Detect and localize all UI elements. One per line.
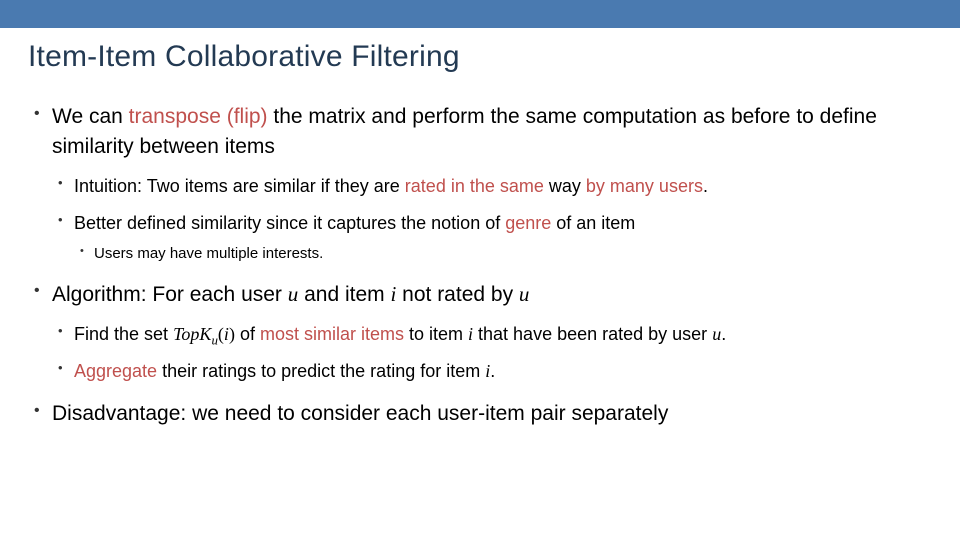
- text: We can: [52, 105, 129, 128]
- math-u: u: [712, 324, 721, 344]
- bullet-intuition: Intuition: Two items are similar if they…: [52, 173, 932, 200]
- sub-sub-list: Users may have multiple interests.: [74, 243, 932, 266]
- text: .: [490, 361, 495, 381]
- text: Algorithm: For each user: [52, 283, 288, 306]
- text-highlight: Aggregate: [74, 361, 162, 381]
- text: that have been rated by user: [473, 324, 712, 344]
- sub-list: Intuition: Two items are similar if they…: [52, 173, 932, 266]
- text: way: [549, 176, 586, 196]
- text: Better defined similarity since it captu…: [74, 213, 505, 233]
- accent-bar: [0, 0, 960, 28]
- text: .: [703, 176, 708, 196]
- text: and item: [298, 283, 390, 306]
- sub-list: Find the set TopKu(i) of most similar it…: [52, 321, 932, 385]
- slide-content: Item-Item Collaborative Filtering We can…: [0, 28, 960, 429]
- bullet-list: We can transpose (flip) the matrix and p…: [28, 102, 932, 429]
- math-u: u: [519, 282, 530, 306]
- text: Disadvantage: we need to consider each u…: [52, 402, 668, 425]
- text-highlight: transpose (flip): [129, 105, 274, 128]
- bullet-aggregate: Aggregate their ratings to predict the r…: [52, 358, 932, 385]
- slide-title: Item-Item Collaborative Filtering: [28, 40, 932, 74]
- text: not rated by: [396, 283, 519, 306]
- bullet-genre: Better defined similarity since it captu…: [52, 210, 932, 266]
- text-highlight: rated in the same: [405, 176, 549, 196]
- text: of: [235, 324, 260, 344]
- text: .: [721, 324, 726, 344]
- math-topk: TopKu: [173, 324, 218, 344]
- text: to item: [409, 324, 468, 344]
- bullet-interests: Users may have multiple interests.: [74, 243, 932, 266]
- text: Intuition: Two items are similar if they…: [74, 176, 405, 196]
- bullet-transpose: We can transpose (flip) the matrix and p…: [28, 102, 932, 265]
- math-u: u: [288, 282, 299, 306]
- text: Find the set: [74, 324, 173, 344]
- bullet-disadvantage: Disadvantage: we need to consider each u…: [28, 399, 932, 429]
- bullet-topk: Find the set TopKu(i) of most similar it…: [52, 321, 932, 348]
- text-highlight: by many users: [586, 176, 703, 196]
- bullet-algorithm: Algorithm: For each user u and item i no…: [28, 279, 932, 384]
- text: of an item: [556, 213, 635, 233]
- text: Users may have multiple interests.: [94, 245, 323, 262]
- text-highlight: most similar items: [260, 324, 409, 344]
- text: their ratings to predict the rating for …: [162, 361, 485, 381]
- text-highlight: genre: [505, 213, 556, 233]
